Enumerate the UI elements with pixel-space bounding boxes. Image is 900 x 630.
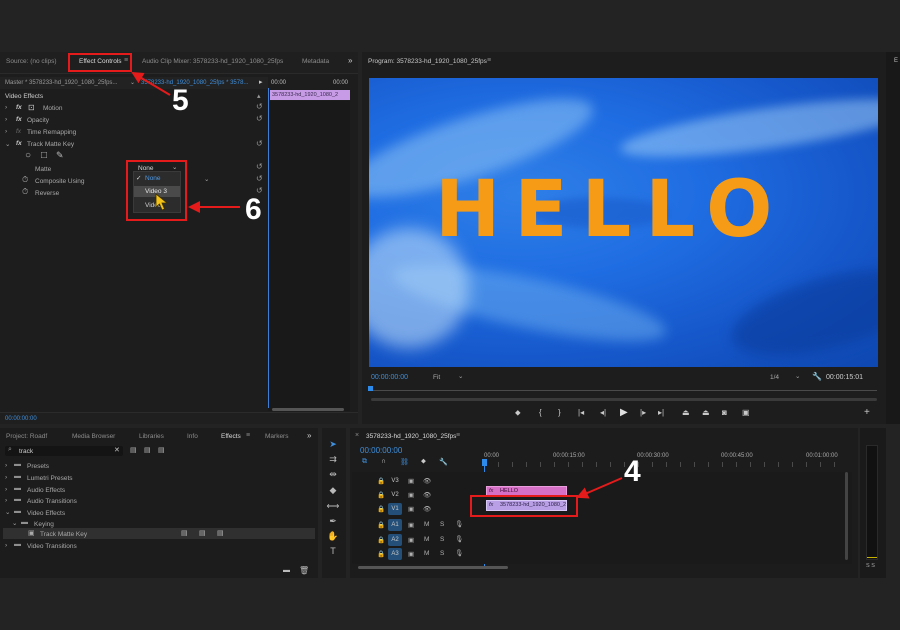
arrow-to-timeline-clips — [576, 477, 623, 499]
callout-step-6: 6 — [245, 193, 262, 226]
arrow-to-effect-controls-tab — [131, 71, 171, 96]
annotation-arrows — [131, 71, 623, 499]
callout-step-4: 4 — [624, 455, 641, 488]
callout-step-5: 5 — [172, 84, 189, 117]
